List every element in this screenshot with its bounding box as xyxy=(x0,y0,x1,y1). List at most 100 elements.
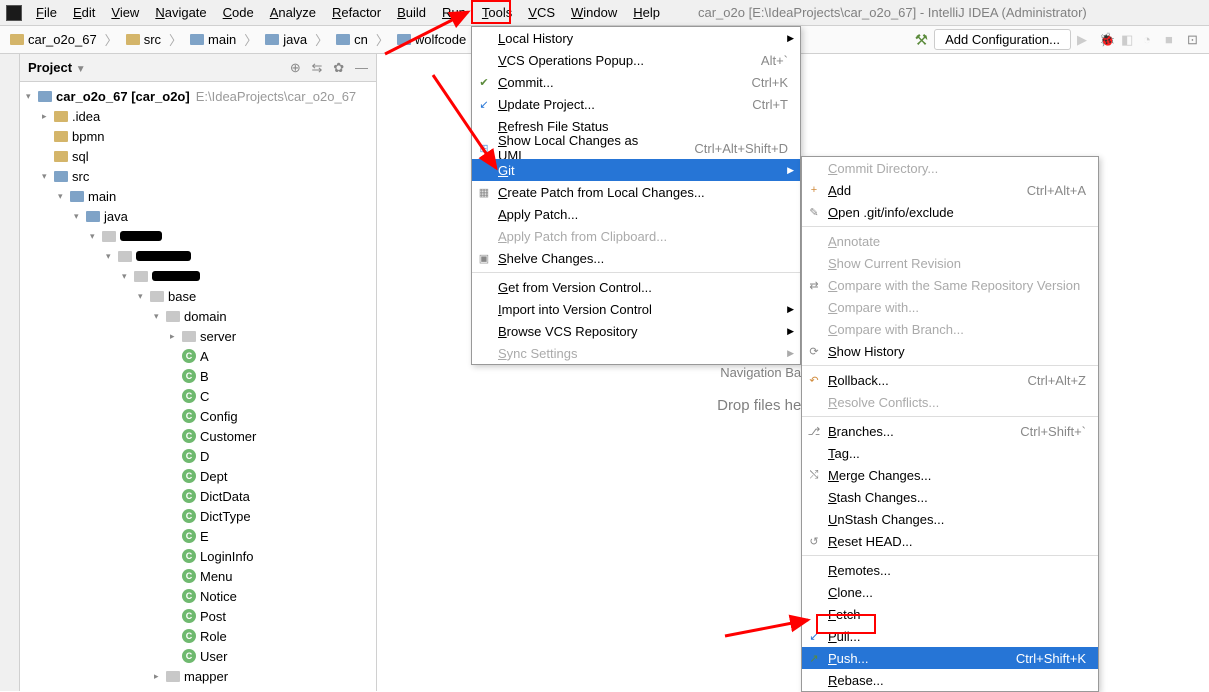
run-icon[interactable]: ▶ xyxy=(1077,32,1093,48)
project-header[interactable]: Project ▼ ⊕ ⇆ ✿ — xyxy=(20,54,376,82)
tree-row[interactable]: bpmn xyxy=(20,126,376,146)
vcs-item-shelve-changes[interactable]: ▣Shelve Changes... xyxy=(472,247,800,269)
git-item-clone[interactable]: Clone... xyxy=(802,581,1098,603)
menu-vcs[interactable]: VCS xyxy=(520,2,563,23)
tree-row[interactable]: CUser xyxy=(20,646,376,666)
git-item-open-git-info-exclude[interactable]: ✎Open .git/info/exclude xyxy=(802,201,1098,223)
tree-row[interactable]: CConfig xyxy=(20,406,376,426)
menu-analyze[interactable]: Analyze xyxy=(262,2,324,23)
tree-row[interactable]: CD xyxy=(20,446,376,466)
menu-edit[interactable]: Edit xyxy=(65,2,103,23)
breadcrumb-item[interactable]: src xyxy=(122,30,165,49)
menu-code[interactable]: Code xyxy=(215,2,262,23)
tree-row[interactable]: ▾main xyxy=(20,186,376,206)
tree-row[interactable]: ▾domain xyxy=(20,306,376,326)
tree-row[interactable]: ▸server xyxy=(20,326,376,346)
tree-row[interactable]: ▸mapper xyxy=(20,666,376,686)
git-item-push[interactable]: ↗Push...Ctrl+Shift+K xyxy=(802,647,1098,669)
menu-view[interactable]: View xyxy=(103,2,147,23)
git-item-stash-changes[interactable]: Stash Changes... xyxy=(802,486,1098,508)
vcs-item-update-project[interactable]: ↙Update Project...Ctrl+T xyxy=(472,93,800,115)
vcs-item-import-into-version-control[interactable]: Import into Version Control▶ xyxy=(472,298,800,320)
tree-row[interactable]: CDictData xyxy=(20,486,376,506)
breadcrumb-item[interactable]: cn xyxy=(332,30,372,49)
left-gutter xyxy=(0,54,20,691)
tree-row[interactable]: CB xyxy=(20,366,376,386)
git-item-reset-head[interactable]: ↺Reset HEAD... xyxy=(802,530,1098,552)
tree-row[interactable]: CA xyxy=(20,346,376,366)
git-submenu: Commit Directory...+AddCtrl+Alt+A✎Open .… xyxy=(801,156,1099,692)
git-item-merge-changes[interactable]: ⤭Merge Changes... xyxy=(802,464,1098,486)
vcs-item-apply-patch-from-clipboard: Apply Patch from Clipboard... xyxy=(472,225,800,247)
menu-file[interactable]: File xyxy=(28,2,65,23)
search-icon[interactable]: ⊡ xyxy=(1187,32,1203,48)
git-item-annotate: Annotate xyxy=(802,230,1098,252)
tree-row[interactable]: CLoginInfo xyxy=(20,546,376,566)
chevron-right-icon: 〉 xyxy=(374,30,391,49)
tree-row[interactable]: ▾car_o2o_67 [car_o2o]E:\IdeaProjects\car… xyxy=(20,86,376,106)
tree-row[interactable]: sql xyxy=(20,146,376,166)
breadcrumb-item[interactable]: main xyxy=(186,30,240,49)
git-item-fetch[interactable]: Fetch xyxy=(802,603,1098,625)
run-toolbar: ⚒ Add Configuration... ▶ 🐞 ◧ ◔ ■ ⊡ xyxy=(915,29,1203,50)
tree-row[interactable]: CPost xyxy=(20,606,376,626)
menu-run[interactable]: Run xyxy=(434,2,474,23)
menu-refactor[interactable]: Refactor xyxy=(324,2,389,23)
vcs-item-show-local-changes-as-uml[interactable]: ⊞Show Local Changes as UMLCtrl+Alt+Shift… xyxy=(472,137,800,159)
menu-help[interactable]: Help xyxy=(625,2,668,23)
tree-row[interactable]: CDept xyxy=(20,466,376,486)
git-item-add[interactable]: +AddCtrl+Alt+A xyxy=(802,179,1098,201)
vcs-item-create-patch-from-local-changes[interactable]: ▦Create Patch from Local Changes... xyxy=(472,181,800,203)
menu-window[interactable]: Window xyxy=(563,2,625,23)
debug-icon[interactable]: 🐞 xyxy=(1099,32,1115,48)
build-icon[interactable]: ⚒ xyxy=(915,31,928,49)
breadcrumb-item[interactable]: car_o2o_67 xyxy=(6,30,101,49)
chevron-right-icon: 〉 xyxy=(313,30,330,49)
project-header-tools[interactable]: ⊕ ⇆ ✿ — xyxy=(290,60,368,76)
menu-build[interactable]: Build xyxy=(389,2,434,23)
app-logo-icon xyxy=(6,5,22,21)
tree-row[interactable]: CCustomer xyxy=(20,426,376,446)
tree-row[interactable]: CE xyxy=(20,526,376,546)
vcs-item-get-from-version-control[interactable]: Get from Version Control... xyxy=(472,276,800,298)
tree-row[interactable]: CMenu xyxy=(20,566,376,586)
tree-row[interactable]: CDictType xyxy=(20,506,376,526)
git-item-rebase[interactable]: Rebase... xyxy=(802,669,1098,691)
git-item-resolve-conflicts: Resolve Conflicts... xyxy=(802,391,1098,413)
tree-row[interactable]: ▾java xyxy=(20,206,376,226)
vcs-item-git[interactable]: Git▶ xyxy=(472,159,800,181)
breadcrumb-item[interactable]: java xyxy=(261,30,311,49)
git-item-compare-with: Compare with... xyxy=(802,296,1098,318)
tree-row[interactable]: CC xyxy=(20,386,376,406)
breadcrumb-item[interactable]: wolfcode xyxy=(393,30,470,49)
vcs-item-vcs-operations-popup[interactable]: VCS Operations Popup...Alt+` xyxy=(472,49,800,71)
git-item-pull[interactable]: ↙Pull... xyxy=(802,625,1098,647)
stop-icon[interactable]: ■ xyxy=(1165,32,1181,48)
git-item-remotes[interactable]: Remotes... xyxy=(802,559,1098,581)
vcs-item-local-history[interactable]: Local History▶ xyxy=(472,27,800,49)
git-item-show-history[interactable]: ⟳Show History xyxy=(802,340,1098,362)
git-item-commit-directory: Commit Directory... xyxy=(802,157,1098,179)
tree-row[interactable]: ▾ xyxy=(20,226,376,246)
menu-navigate[interactable]: Navigate xyxy=(147,2,214,23)
profile-icon[interactable]: ◔ xyxy=(1143,32,1159,48)
tree-row[interactable]: CNotice xyxy=(20,586,376,606)
vcs-item-apply-patch[interactable]: Apply Patch... xyxy=(472,203,800,225)
git-item-rollback[interactable]: ↶Rollback...Ctrl+Alt+Z xyxy=(802,369,1098,391)
tree-row[interactable]: ▾src xyxy=(20,166,376,186)
vcs-item-browse-vcs-repository[interactable]: Browse VCS Repository▶ xyxy=(472,320,800,342)
tree-row[interactable]: ▾base xyxy=(20,286,376,306)
git-item-tag[interactable]: Tag... xyxy=(802,442,1098,464)
tree-row[interactable]: ▾ xyxy=(20,246,376,266)
project-tree[interactable]: ▾car_o2o_67 [car_o2o]E:\IdeaProjects\car… xyxy=(20,82,376,691)
add-configuration-button[interactable]: Add Configuration... xyxy=(934,29,1071,50)
git-item-branches[interactable]: ⎇Branches...Ctrl+Shift+` xyxy=(802,420,1098,442)
tree-row[interactable]: ▸.idea xyxy=(20,106,376,126)
tree-row[interactable]: ▾ xyxy=(20,266,376,286)
tree-row[interactable]: CRole xyxy=(20,626,376,646)
coverage-icon[interactable]: ◧ xyxy=(1121,32,1137,48)
menu-tools[interactable]: Tools xyxy=(474,2,520,23)
git-item-unstash-changes[interactable]: UnStash Changes... xyxy=(802,508,1098,530)
vcs-item-commit[interactable]: ✔Commit...Ctrl+K xyxy=(472,71,800,93)
chevron-right-icon: 〉 xyxy=(167,30,184,49)
